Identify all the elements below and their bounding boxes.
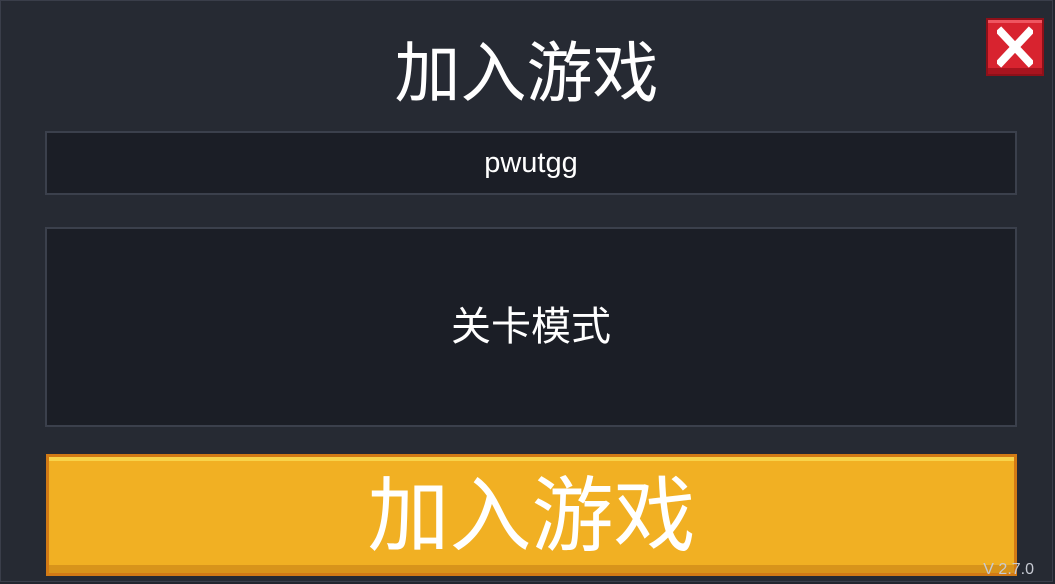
join-game-button-label: 加入游戏 [367,469,696,564]
close-icon [997,26,1033,68]
join-game-dialog: 加入游戏 pwutgg 关卡模式 加入游戏 V 2.7.0 [0,0,1053,582]
room-code-field[interactable]: pwutgg [45,131,1017,195]
join-game-button[interactable]: 加入游戏 [46,454,1017,576]
game-mode-selector[interactable]: 关卡模式 [45,227,1017,427]
version-label: V 2.7.0 [983,561,1034,578]
close-button[interactable] [986,18,1044,76]
dialog-title: 加入游戏 [394,35,659,112]
